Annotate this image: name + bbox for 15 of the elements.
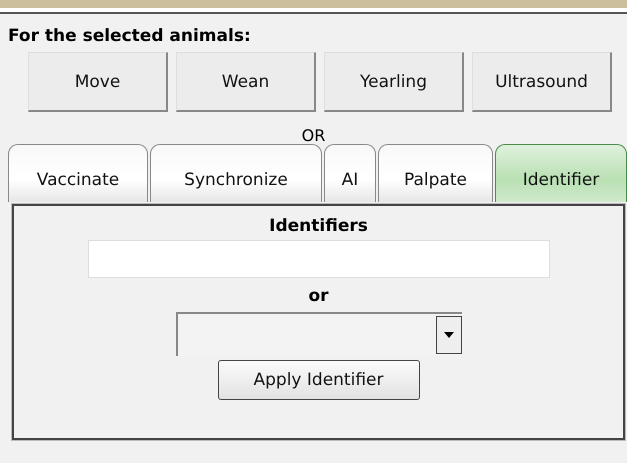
- tab[interactable]: Identifier: [495, 144, 627, 202]
- section-heading: For the selected animals:: [7, 26, 252, 48]
- tab[interactable]: Synchronize: [150, 144, 322, 202]
- tab[interactable]: AI: [324, 144, 376, 202]
- identifier-input-field[interactable]: [88, 240, 550, 278]
- action-button[interactable]: Wean: [176, 52, 316, 112]
- tab[interactable]: Vaccinate: [8, 144, 148, 202]
- or-separator: OR: [300, 126, 326, 146]
- panel-title: Identifiers: [269, 216, 368, 238]
- action-button[interactable]: Move: [28, 52, 168, 112]
- apply-identifier-button[interactable]: Apply Identifier: [218, 360, 420, 400]
- tab[interactable]: Palpate: [378, 144, 493, 202]
- action-button[interactable]: Yearling: [324, 52, 464, 112]
- action-button[interactable]: Ultrasound: [472, 52, 612, 112]
- or-label: or: [308, 286, 329, 308]
